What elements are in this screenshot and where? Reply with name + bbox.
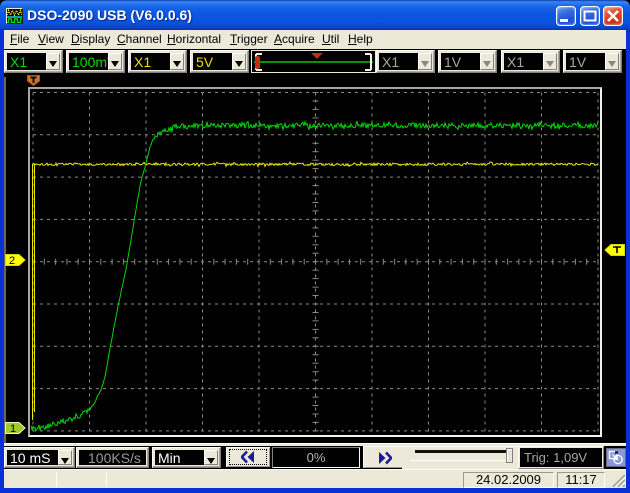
svg-text:1: 1: [10, 423, 16, 434]
svg-text:2: 2: [9, 255, 15, 266]
